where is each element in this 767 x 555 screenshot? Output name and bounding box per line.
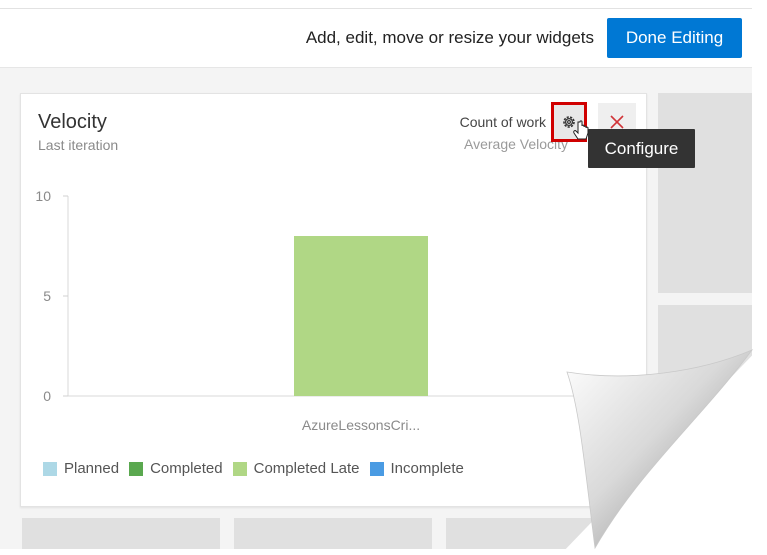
page-curl xyxy=(560,340,767,555)
